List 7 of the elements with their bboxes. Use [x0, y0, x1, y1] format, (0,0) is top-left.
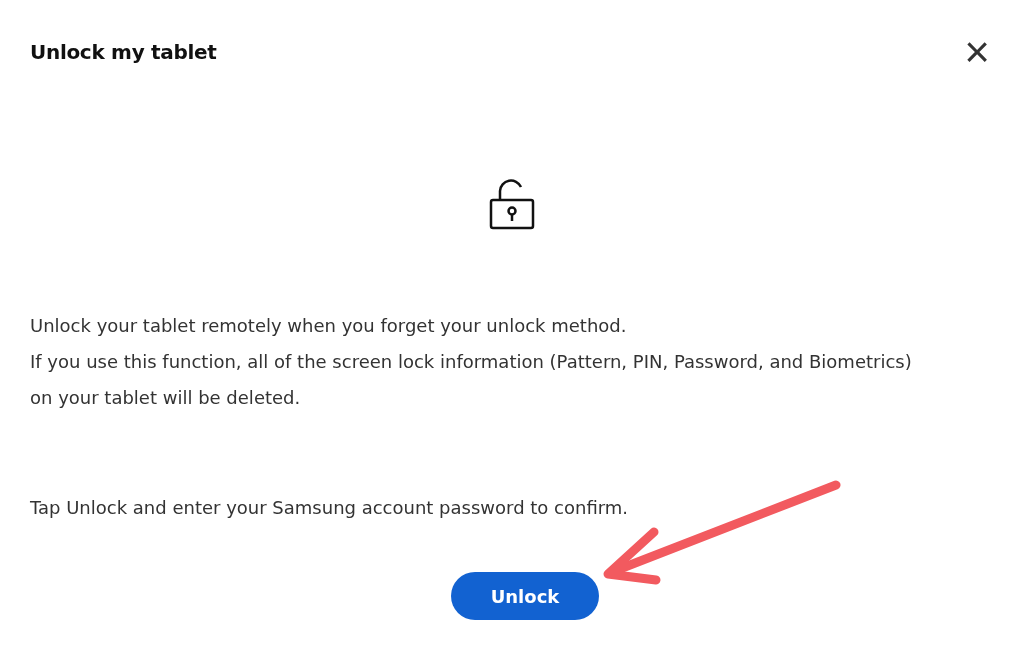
close-button[interactable]: ×: [964, 36, 990, 68]
instruction-text: Tap Unlock and enter your Samsung account password to confirm.: [30, 496, 630, 520]
description-text: Unlock your tablet remotely when you forget your unlock method.: [30, 314, 628, 338]
description-text: If you use this function, all of the screen lock information (Pattern, PIN, Password, and Biometrics) on your tablet will be deleted.: [30, 350, 913, 410]
unlocked-padlock-icon: [488, 178, 536, 230]
unlock-button[interactable]: Unlock: [451, 572, 599, 620]
dialog-title: Unlock my tablet: [30, 40, 217, 64]
